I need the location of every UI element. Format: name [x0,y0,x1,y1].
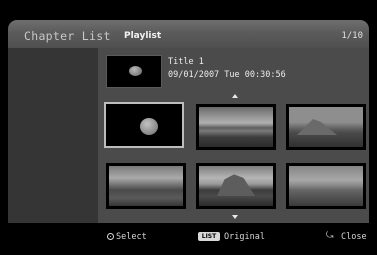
chapter-thumbnail-4[interactable] [106,163,186,209]
chapter-thumbnail-2[interactable] [196,104,276,150]
chapter-list-screen: Chapter List Playlist 1/10 Title 1 09/01… [0,0,377,255]
title-thumbnail [106,55,162,88]
page-indicator: 1/10 [341,31,363,41]
title-name: Title 1 [168,57,204,67]
scroll-up-icon[interactable] [232,94,238,98]
scroll-down-icon[interactable] [232,215,238,219]
chapter-thumbnail-image [108,106,180,144]
enter-circle-icon [107,233,114,240]
close-hint: Close [341,232,367,242]
chapter-thumbnail-image [109,166,183,206]
disc-placeholder-icon [140,118,158,135]
chapter-thumbnail-image [199,107,273,147]
select-hint: Select [116,232,147,242]
title-datetime: 09/01/2007 Tue 00:30:56 [168,70,286,80]
chapter-thumbnail-image [289,166,363,206]
page-subtitle: Playlist [124,31,162,41]
chapter-thumbnail-3[interactable] [286,104,366,150]
return-arrow-icon: ⤿ [326,231,334,241]
list-key-icon: LIST [198,232,220,241]
chapter-thumbnail-1[interactable] [104,102,184,148]
disc-placeholder-icon [129,66,142,76]
side-panel [8,48,98,223]
chapter-thumbnail-6[interactable] [286,163,366,209]
page-title: Chapter List [24,29,111,43]
original-hint: Original [224,232,265,242]
chapter-thumbnail-image [289,107,363,147]
chapter-thumbnail-image [199,166,273,206]
chapter-thumbnail-5[interactable] [196,163,276,209]
